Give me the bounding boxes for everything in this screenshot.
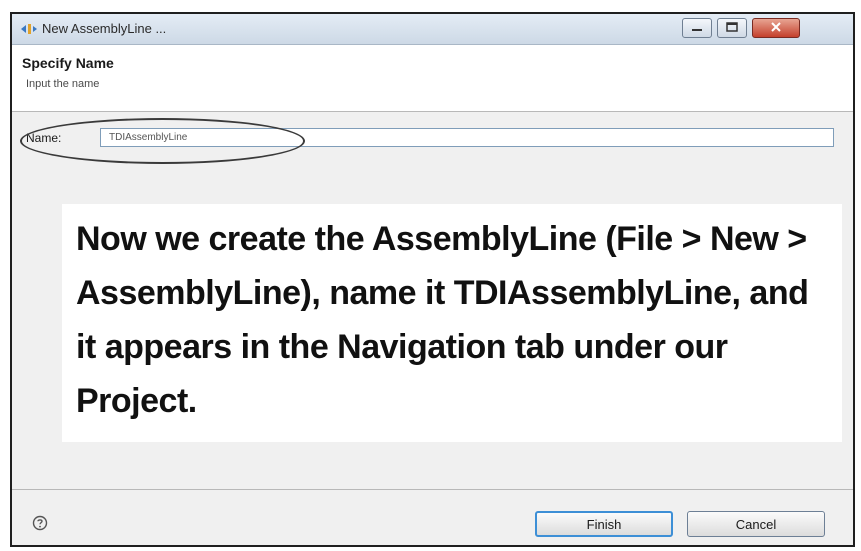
- wizard-header: Specify Name Input the name: [12, 45, 853, 112]
- minimize-icon: [691, 19, 703, 37]
- cancel-button[interactable]: Cancel: [687, 511, 825, 537]
- wizard-icon: [20, 22, 38, 36]
- finish-button[interactable]: Finish: [535, 511, 673, 537]
- close-button[interactable]: [752, 18, 800, 38]
- maximize-button[interactable]: [717, 18, 747, 38]
- close-icon: [770, 19, 782, 37]
- window-title: New AssemblyLine ...: [42, 21, 167, 36]
- annotation-box: Now we create the AssemblyLine (File > N…: [62, 204, 842, 442]
- minimize-button[interactable]: [682, 18, 712, 38]
- help-icon[interactable]: [32, 515, 48, 531]
- footer-divider: [12, 489, 853, 490]
- highlight-ellipse: [20, 118, 305, 164]
- name-field-row: Name:: [20, 118, 843, 164]
- page-subtitle: Input the name: [26, 78, 100, 90]
- maximize-icon: [726, 19, 738, 37]
- title-bar[interactable]: New AssemblyLine ...: [12, 14, 853, 45]
- dialog-window: New AssemblyLine ... Specify Name Input …: [10, 12, 855, 547]
- annotation-text: Now we create the AssemblyLine (File > N…: [76, 220, 809, 420]
- page-title: Specify Name: [22, 55, 114, 71]
